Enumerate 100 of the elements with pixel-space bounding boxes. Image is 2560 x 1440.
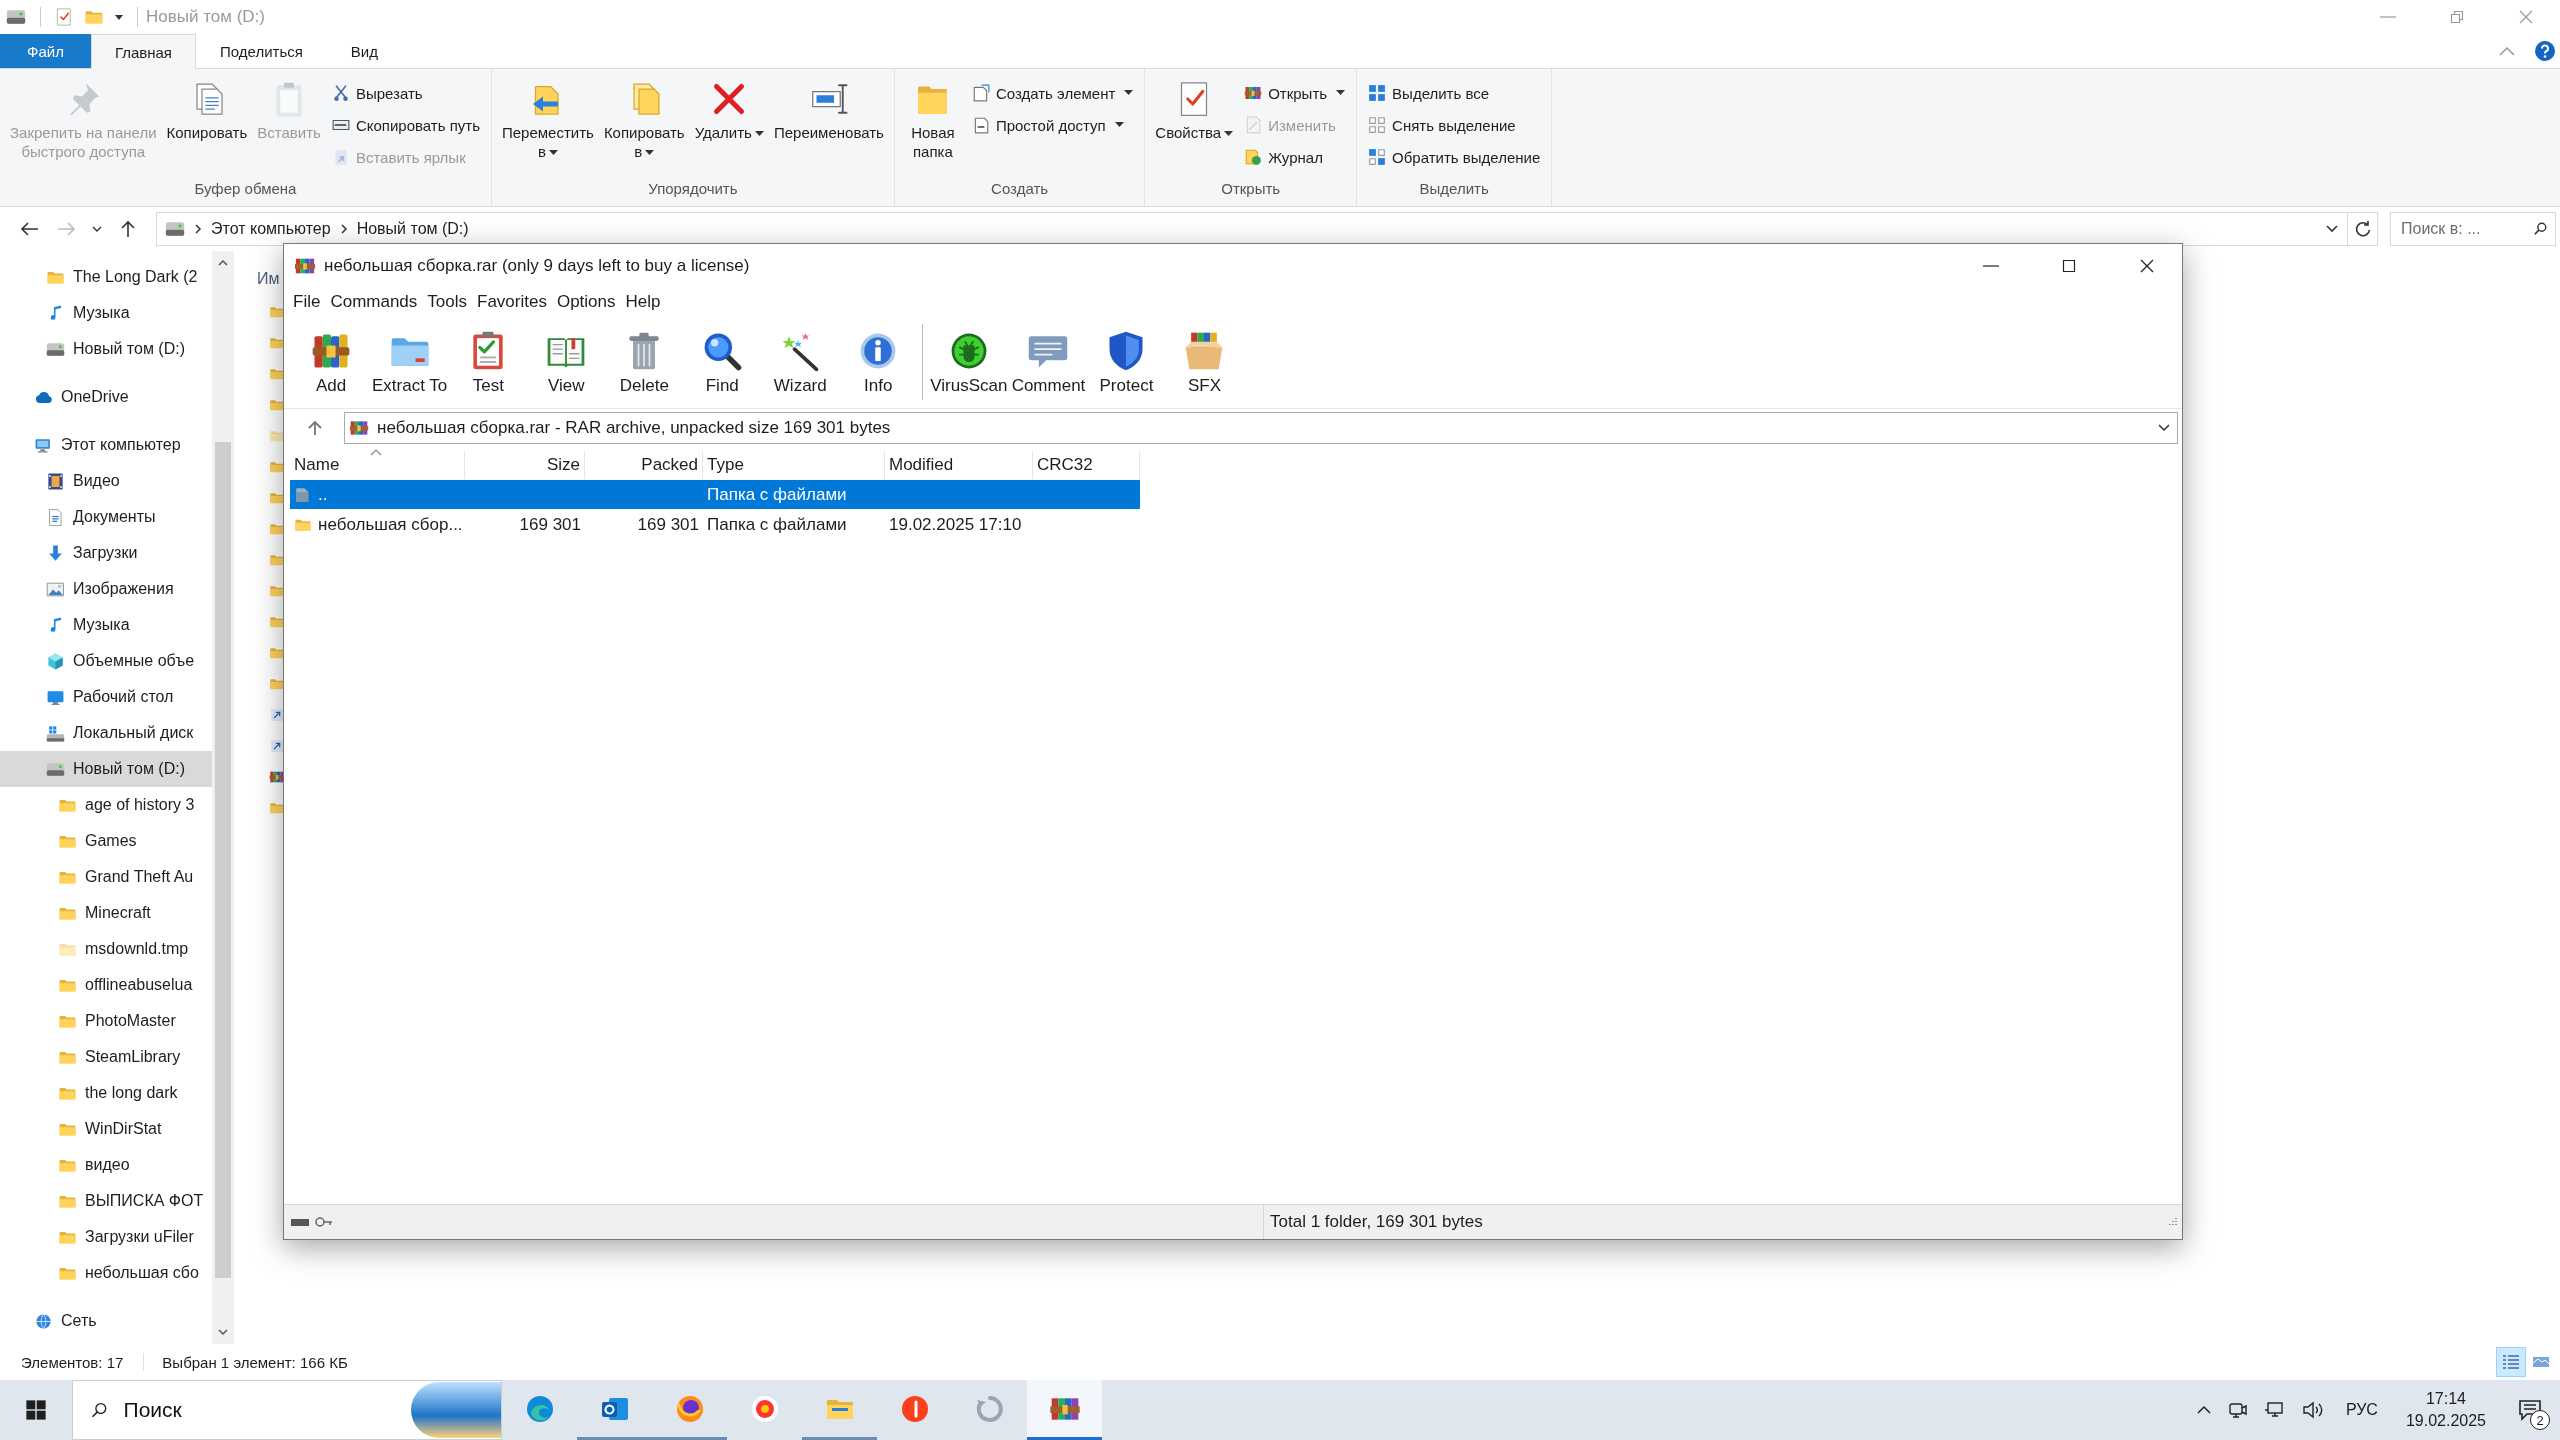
nav-item[interactable]: Grand Theft Au <box>0 859 212 895</box>
breadcrumb[interactable]: Новый том (D:) <box>356 220 469 238</box>
archive-icon[interactable] <box>269 769 285 785</box>
menu-item[interactable]: Favorites <box>472 290 552 314</box>
ribbon-tab[interactable]: Вид <box>326 34 402 68</box>
nav-item[interactable]: Сеть <box>0 1303 212 1339</box>
folder-icon[interactable] <box>269 800 285 816</box>
ribbon-button[interactable]: Создать элемент <box>966 77 1139 109</box>
ribbon-button[interactable]: Вырезать <box>326 77 485 109</box>
nav-item[interactable]: Загрузки uFiler <box>0 1219 212 1255</box>
nav-item[interactable]: Minecraft <box>0 895 212 931</box>
folder-icon[interactable] <box>269 397 285 413</box>
ribbon-button[interactable]: Копировать <box>162 75 252 147</box>
scrollbar[interactable] <box>212 251 234 1344</box>
folder-icon[interactable] <box>269 676 285 692</box>
file-row[interactable]: .. Папка с файлами <box>290 480 1140 509</box>
menu-item[interactable]: Options <box>551 290 621 314</box>
ribbon-button[interactable]: Переименовать <box>769 75 888 147</box>
nav-item[interactable]: Документы <box>0 499 212 535</box>
search-box[interactable]: Поиск в: ... <box>2390 212 2556 246</box>
menu-item[interactable]: File <box>288 290 326 314</box>
toolbar-button[interactable]: View <box>527 328 606 396</box>
folder-icon[interactable] <box>269 552 285 568</box>
column-header[interactable]: Type <box>703 451 885 479</box>
folder-icon[interactable] <box>269 490 285 506</box>
ribbon-button[interactable]: Открыть <box>1239 77 1351 109</box>
nav-item[interactable]: Изображения <box>0 571 212 607</box>
nav-item[interactable]: видео <box>0 1147 212 1183</box>
nav-item[interactable]: ВЫПИСКА ФОТ <box>0 1183 212 1219</box>
nav-item[interactable]: SteamLibrary <box>0 1039 212 1075</box>
nav-item[interactable]: Музыка <box>0 295 212 331</box>
menu-item[interactable]: Commands <box>325 290 423 314</box>
nav-item[interactable]: PhotoMaster <box>0 1003 212 1039</box>
ribbon-button[interactable]: Новая папка <box>900 75 965 166</box>
folder-icon[interactable] <box>269 459 285 475</box>
nav-item[interactable]: The Long Dark (2 <box>0 259 212 295</box>
toolbar-button[interactable]: Extract To <box>370 328 450 396</box>
nav-item[interactable]: Новый том (D:) <box>0 331 212 367</box>
ribbon-button[interactable]: Переместить в <box>497 75 598 166</box>
folder-icon[interactable] <box>269 366 285 382</box>
nav-item[interactable]: OneDrive <box>0 379 212 415</box>
column-header[interactable]: CRC32 <box>1033 451 1140 479</box>
folder-icon[interactable] <box>269 645 285 661</box>
folder-icon[interactable] <box>269 521 285 537</box>
toolbar-button[interactable]: Delete <box>605 328 684 396</box>
file-row[interactable]: небольшая сбор... 169 301 169 301 Папка с файлами 19.02.2025 17:10 <box>290 510 1140 539</box>
nav-item[interactable]: msdownld.tmp <box>0 931 212 967</box>
nav-item[interactable]: Музыка <box>0 607 212 643</box>
ribbon-button[interactable]: Скопировать путь <box>326 109 485 141</box>
view-button[interactable] <box>2496 1347 2526 1377</box>
breadcrumb[interactable]: Этот компьютер <box>211 220 331 238</box>
language-indicator[interactable]: РУС <box>2331 1380 2392 1440</box>
nav-item[interactable]: Games <box>0 823 212 859</box>
ribbon-button[interactable]: Копировать в <box>599 75 689 166</box>
ribbon-button[interactable]: Выделить все <box>1363 77 1546 109</box>
clock[interactable]: 17:14 19.02.2025 <box>2391 1387 2500 1433</box>
toolbar-button[interactable]: Add <box>292 328 370 396</box>
column-header[interactable]: Size <box>465 451 585 479</box>
nav-item[interactable]: Загрузки <box>0 535 212 571</box>
shortcut-icon[interactable] <box>269 738 285 754</box>
toolbar-button[interactable]: Protect <box>1087 328 1166 396</box>
folder-icon[interactable] <box>269 335 285 351</box>
column-header[interactable]: Name <box>290 451 465 479</box>
toolbar-button[interactable]: Test <box>449 328 528 396</box>
help-button[interactable] <box>2534 40 2556 62</box>
toolbar-button[interactable]: Find <box>683 328 762 396</box>
taskbar-app[interactable] <box>1027 1380 1102 1440</box>
nav-item[interactable]: the long dark <box>0 1075 212 1111</box>
folder-icon[interactable] <box>269 583 285 599</box>
nav-item[interactable]: age of history 3 <box>0 787 212 823</box>
search-input[interactable]: Поиск в: ... <box>2399 219 2533 239</box>
nav-item[interactable]: offlineabuselua <box>0 967 212 1003</box>
toolbar-button[interactable]: SFX <box>1165 328 1244 396</box>
nav-item[interactable]: Локальный диск <box>0 715 212 751</box>
column-header[interactable]: Packed <box>585 451 703 479</box>
folder-icon[interactable] <box>269 428 285 444</box>
menu-item[interactable]: Help <box>620 290 666 314</box>
ribbon-button[interactable]: Снять выделение <box>1363 109 1546 141</box>
ribbon-tab[interactable]: Главная <box>90 34 196 69</box>
path-field[interactable]: небольшая сборка.rar - RAR archive, unpacked size 169 301 bytes <box>344 412 2178 444</box>
nav-item[interactable]: Видео <box>0 463 212 499</box>
toolbar-button[interactable]: VirusScan <box>928 328 1010 396</box>
shortcut-icon[interactable] <box>269 707 285 723</box>
nav-item[interactable]: Этот компьютер <box>0 427 212 463</box>
ribbon-button[interactable]: Свойства <box>1151 75 1238 147</box>
nav-item[interactable]: Рабочий стол <box>0 679 212 715</box>
ribbon-button[interactable]: Обратить выделение <box>1363 141 1546 173</box>
ribbon-button[interactable]: Журнал <box>1239 141 1351 173</box>
nav-item[interactable]: Объемные объе <box>0 643 212 679</box>
folder-icon[interactable] <box>269 304 285 320</box>
search-box[interactable]: Поиск <box>72 1380 502 1440</box>
ribbon-button[interactable]: Удалить <box>690 75 768 147</box>
scroll-thumb[interactable] <box>215 442 231 1278</box>
nav-item[interactable]: небольшая сбо <box>0 1255 212 1291</box>
folder-icon[interactable] <box>269 614 285 630</box>
nav-item[interactable]: WinDirStat <box>0 1111 212 1147</box>
toolbar-button[interactable]: Comment <box>1009 328 1088 396</box>
nav-item[interactable]: Новый том (D:) <box>0 751 212 787</box>
column-header[interactable]: Им <box>257 270 280 288</box>
column-header[interactable]: Modified <box>885 451 1033 479</box>
